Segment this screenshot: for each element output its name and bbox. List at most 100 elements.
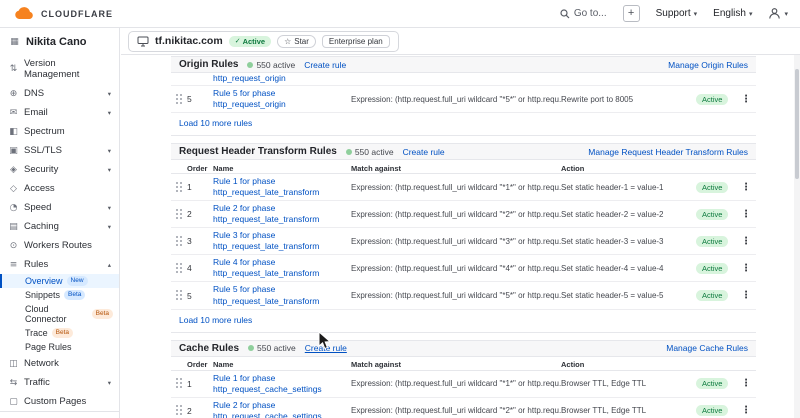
dns-icon: ⊕ xyxy=(8,89,19,99)
add-site-button[interactable]: + xyxy=(623,5,640,22)
status-badge: Active xyxy=(696,405,728,416)
plan-badge: Enterprise plan xyxy=(322,35,390,48)
chevron-down-icon: ▾ xyxy=(784,10,788,18)
sidebar-item-speed[interactable]: ◔ Speed ▾ xyxy=(0,198,119,217)
section-header: Origin Rules 550 active Create rule Mana… xyxy=(171,56,756,73)
manage-origin-rules-link[interactable]: Manage Origin Rules xyxy=(668,60,748,70)
sidebar-item-security[interactable]: ◈ Security ▾ xyxy=(0,160,119,179)
sidebar-item-label: Overview xyxy=(25,276,63,286)
beta-badge: Beta xyxy=(92,309,113,319)
sidebar-item-rules-snippets[interactable]: Snippets Beta xyxy=(0,288,119,302)
rule-name-link[interactable]: Rule 1 for phase http_request_cache_sett… xyxy=(213,373,351,395)
drag-handle-icon[interactable] xyxy=(176,236,183,247)
kebab-menu-icon[interactable]: ⋮ xyxy=(741,290,751,301)
rule-name-link[interactable]: Rule 2 for phase http_request_cache_sett… xyxy=(213,400,351,418)
account-icon: ▦ xyxy=(9,37,20,47)
vertical-scrollbar[interactable] xyxy=(794,55,800,418)
kebab-menu-icon[interactable]: ⋮ xyxy=(741,378,751,389)
status-badge: Active xyxy=(696,263,728,274)
drag-handle-icon[interactable] xyxy=(176,405,183,416)
kebab-menu-icon[interactable]: ⋮ xyxy=(741,182,751,193)
star-button[interactable]: ☆ Star xyxy=(277,35,316,48)
kebab-menu-icon[interactable]: ⋮ xyxy=(741,236,751,247)
cloudflare-logo[interactable]: CLOUDFLARE xyxy=(12,7,113,20)
drag-handle-icon[interactable] xyxy=(176,182,183,193)
table-row-clipped: http_request_origin xyxy=(171,73,756,86)
account-name: Nikita Cano xyxy=(26,36,87,48)
drag-handle-icon[interactable] xyxy=(176,263,183,274)
kebab-menu-icon[interactable]: ⋮ xyxy=(741,405,751,416)
plan-label: Enterprise plan xyxy=(329,37,383,46)
network-icon: ◫ xyxy=(8,359,19,369)
create-rule-link[interactable]: Create rule xyxy=(304,60,346,70)
rule-name-line2: http_request_late_transform xyxy=(213,241,351,252)
rule-action: Set static header-5 = value-5 xyxy=(561,291,696,300)
account-menu[interactable]: ▾ xyxy=(768,7,788,20)
collapse-sidebar-button[interactable]: « Collapse sidebar xyxy=(0,411,119,418)
chevron-down-icon: ▾ xyxy=(694,10,698,18)
sidebar-item-version-management[interactable]: ⇅ Version Management xyxy=(0,54,119,84)
sidebar-item-traffic[interactable]: ⇆ Traffic ▾ xyxy=(0,373,119,392)
search-icon xyxy=(560,9,570,19)
sidebar-item-rules[interactable]: ≡ Rules ▴ xyxy=(0,255,119,274)
drag-handle-icon[interactable] xyxy=(176,378,183,389)
sidebar-item-access[interactable]: ◇ Access xyxy=(0,179,119,198)
section-header: Request Header Transform Rules 550 activ… xyxy=(171,143,756,160)
sidebar-item-ssl-tls[interactable]: ▣ SSL/TLS ▾ xyxy=(0,141,119,160)
sidebar-item-custom-pages[interactable]: ▢ Custom Pages xyxy=(0,392,119,411)
chevron-down-icon: ▾ xyxy=(108,109,111,117)
kebab-menu-icon[interactable]: ⋮ xyxy=(741,263,751,274)
sidebar-item-rules-cloud-connector[interactable]: Cloud Connector Beta xyxy=(0,302,119,326)
status-badge: Active xyxy=(696,236,728,247)
rule-name-link[interactable]: Rule 5 for phase http_request_late_trans… xyxy=(213,284,351,306)
manage-transform-rules-link[interactable]: Manage Request Header Transform Rules xyxy=(588,147,748,157)
sidebar-item-workers-routes[interactable]: ⊙ Workers Routes xyxy=(0,236,119,255)
global-search[interactable]: Go to... xyxy=(560,8,607,19)
kebab-menu-icon[interactable]: ⋮ xyxy=(741,209,751,220)
rule-name-line1: Rule 5 for phase xyxy=(213,284,351,295)
version-management-icon: ⇅ xyxy=(8,64,19,74)
sidebar-item-email[interactable]: ✉ Email ▾ xyxy=(0,103,119,122)
workers-routes-icon: ⊙ xyxy=(8,241,19,251)
rule-name-link[interactable]: Rule 2 for phase http_request_late_trans… xyxy=(213,203,351,225)
sidebar-item-label: Caching xyxy=(24,221,59,232)
rule-name-link[interactable]: Rule 1 for phase http_request_late_trans… xyxy=(213,176,351,198)
support-menu[interactable]: Support ▾ xyxy=(656,8,698,19)
sidebar-item-label: Security xyxy=(24,164,58,175)
sidebar-item-rules-trace[interactable]: Trace Beta xyxy=(0,326,119,340)
logo-text: CLOUDFLARE xyxy=(41,9,113,19)
load-more-rules-link[interactable]: Load 10 more rules xyxy=(171,113,756,136)
sidebar-item-spectrum[interactable]: ◧ Spectrum xyxy=(0,122,119,141)
origin-rules-section: Origin Rules 550 active Create rule Mana… xyxy=(171,56,756,136)
rule-name-line2: http_request_late_transform xyxy=(213,268,351,279)
rule-match-expression: Expression: (http.request.full_uri wildc… xyxy=(351,237,561,246)
sidebar-item-caching[interactable]: ▤ Caching ▾ xyxy=(0,217,119,236)
website-icon xyxy=(137,36,149,47)
zone-status-badge: ✓ Active xyxy=(229,36,271,47)
scrollbar-thumb[interactable] xyxy=(795,69,799,179)
language-menu[interactable]: English ▾ xyxy=(713,8,752,19)
status-badge: Active xyxy=(696,182,728,193)
sidebar-item-dns[interactable]: ⊕ DNS ▾ xyxy=(0,84,119,103)
rule-name-link[interactable]: http_request_origin xyxy=(213,73,351,84)
create-rule-link[interactable]: Create rule xyxy=(305,343,347,353)
kebab-menu-icon[interactable]: ⋮ xyxy=(741,94,751,105)
column-order: Order xyxy=(187,164,213,173)
create-rule-link[interactable]: Create rule xyxy=(403,147,445,157)
sidebar-item-label: SSL/TLS xyxy=(24,145,62,156)
status-badge: Active xyxy=(696,378,728,389)
load-more-rules-link[interactable]: Load 10 more rules xyxy=(171,310,756,333)
drag-handle-icon[interactable] xyxy=(176,290,183,301)
rule-name-link[interactable]: Rule 4 for phase http_request_late_trans… xyxy=(213,257,351,279)
drag-handle-icon[interactable] xyxy=(176,209,183,220)
sidebar-item-network[interactable]: ◫ Network xyxy=(0,354,119,373)
account-row[interactable]: ▦ Nikita Cano xyxy=(0,28,119,54)
rule-name-link[interactable]: Rule 5 for phase http_request_origin xyxy=(213,88,351,110)
manage-cache-rules-link[interactable]: Manage Cache Rules xyxy=(666,343,748,353)
drag-handle-icon[interactable] xyxy=(176,94,183,105)
rule-name-link[interactable]: Rule 3 for phase http_request_late_trans… xyxy=(213,230,351,252)
star-icon: ☆ xyxy=(284,37,291,46)
sidebar-item-rules-overview[interactable]: Overview New xyxy=(0,274,119,288)
sidebar-item-label: Page Rules xyxy=(25,342,72,352)
sidebar-item-rules-page-rules[interactable]: Page Rules xyxy=(0,340,119,354)
